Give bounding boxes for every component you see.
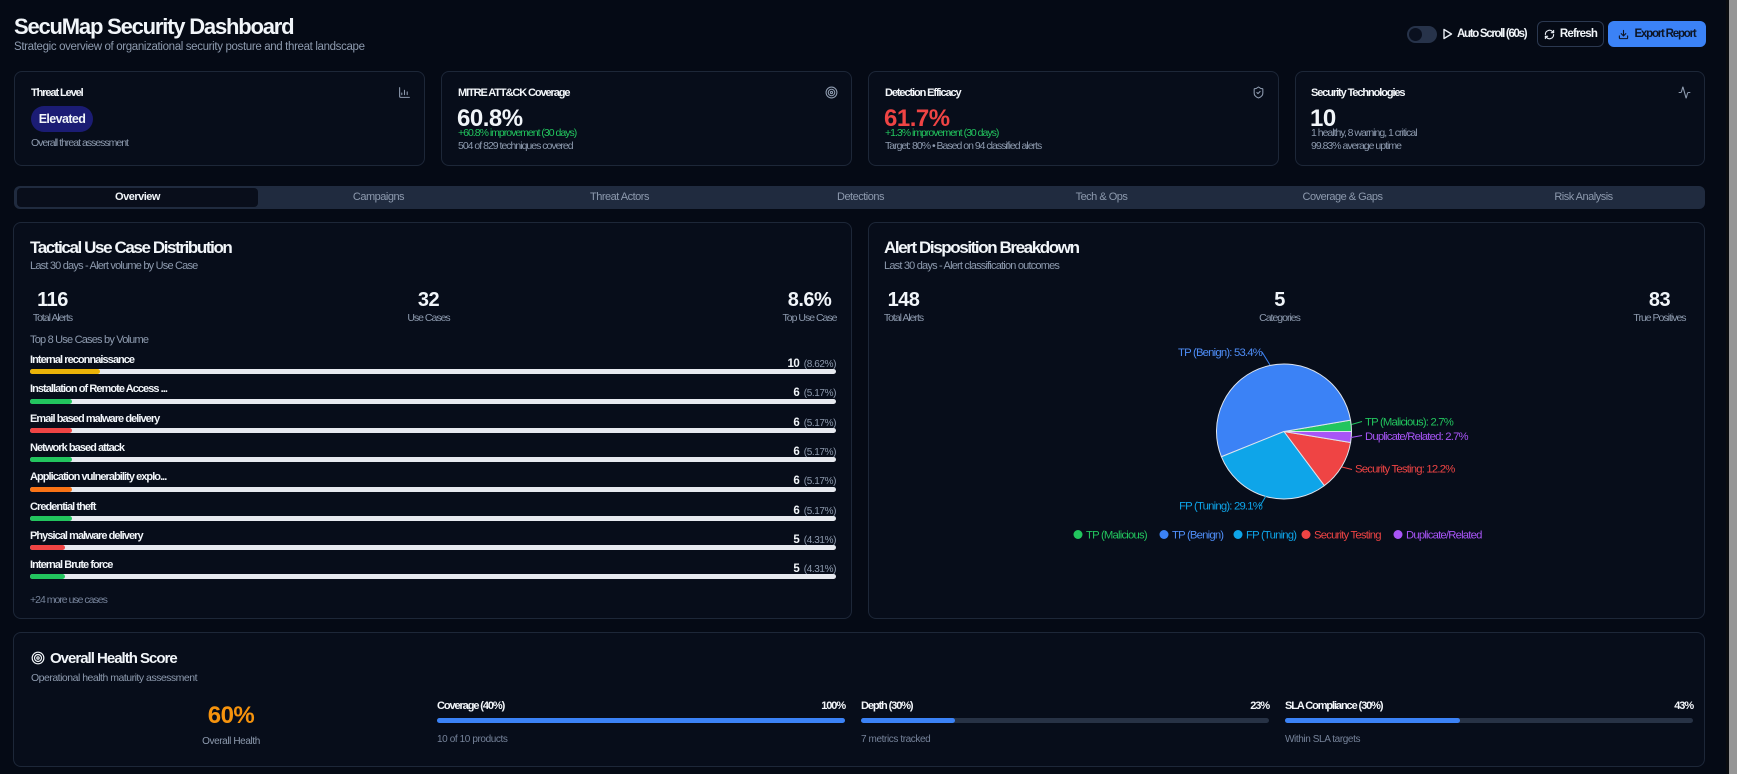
- svg-text:Duplicate/Related: 2.7%: Duplicate/Related: 2.7%: [1365, 431, 1469, 443]
- svg-text:FP (Tuning): 29.1%: FP (Tuning): 29.1%: [1179, 501, 1263, 513]
- svg-text:Duplicate/Related: Duplicate/Related: [1406, 530, 1482, 542]
- svg-text:FP (Tuning): FP (Tuning): [1246, 530, 1297, 542]
- svg-text:Security Testing: 12.2%: Security Testing: 12.2%: [1355, 464, 1455, 476]
- svg-text:TP (Benign): TP (Benign): [1172, 530, 1224, 542]
- svg-text:Security Testing: Security Testing: [1314, 530, 1381, 542]
- svg-text:TP (Malicious): TP (Malicious): [1086, 530, 1148, 542]
- svg-text:TP (Malicious): 2.7%: TP (Malicious): 2.7%: [1365, 417, 1454, 429]
- svg-text:TP (Benign): 53.4%: TP (Benign): 53.4%: [1178, 347, 1263, 359]
